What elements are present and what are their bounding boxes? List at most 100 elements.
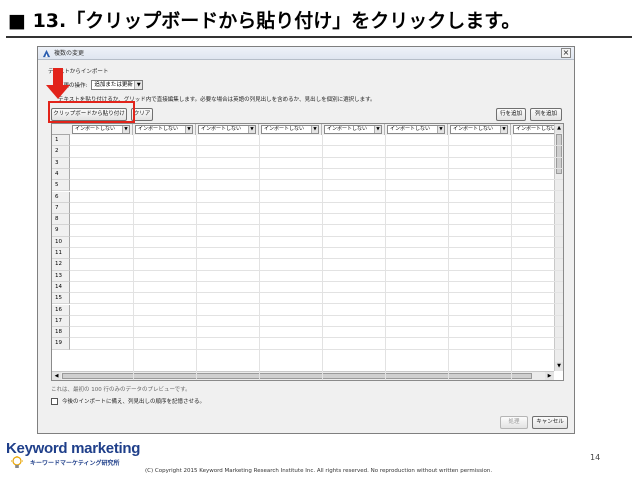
close-button[interactable]: × bbox=[561, 48, 571, 58]
row-header[interactable]: 5 bbox=[52, 180, 70, 192]
title-divider bbox=[6, 36, 632, 38]
horizontal-scrollbar[interactable]: ◀ ▶ bbox=[52, 371, 554, 380]
paste-button-highlight bbox=[48, 101, 135, 123]
table-row[interactable] bbox=[70, 271, 563, 282]
red-down-arrow-icon bbox=[46, 68, 70, 99]
dialog-title: 複数の変更 bbox=[54, 50, 85, 57]
remember-order-option[interactable]: 今後のインポートに備え、列見出しの順序を記憶させる。 bbox=[51, 397, 205, 405]
company-logo: Keyword marketing キーワードマーケティング研究所 bbox=[6, 440, 140, 470]
column-header-4[interactable]: インポートしない ▼ bbox=[259, 124, 322, 135]
row-header[interactable]: 7 bbox=[52, 202, 70, 215]
table-row[interactable] bbox=[70, 158, 563, 169]
slide-title: ■ 13.「クリップボードから貼り付け」をクリックします。 bbox=[8, 10, 521, 32]
row-header[interactable]: 9 bbox=[52, 225, 70, 237]
row-header[interactable]: 1 bbox=[52, 135, 70, 147]
column-mapping-value: インポートしない bbox=[516, 126, 557, 132]
row-header[interactable]: 16 bbox=[52, 304, 70, 316]
table-row[interactable] bbox=[70, 192, 563, 203]
table-row[interactable] bbox=[70, 237, 563, 248]
chevron-down-icon: ▼ bbox=[185, 126, 192, 133]
column-mapping-select[interactable]: インポートしない ▼ bbox=[450, 125, 508, 134]
table-row[interactable] bbox=[70, 293, 563, 305]
column-mapping-value: インポートしない bbox=[390, 126, 431, 132]
chevron-down-icon: ▼ bbox=[437, 126, 444, 133]
chevron-down-icon: ▼ bbox=[311, 126, 318, 133]
chevron-down-icon: ▼ bbox=[134, 81, 143, 89]
column-header-5[interactable]: インポートしない ▼ bbox=[322, 124, 385, 135]
chevron-down-icon: ▼ bbox=[374, 126, 381, 133]
column-header-6[interactable]: インポートしない ▼ bbox=[385, 124, 448, 135]
column-mapping-value: インポートしない bbox=[264, 126, 305, 132]
cancel-button[interactable]: キャンセル bbox=[532, 416, 568, 429]
copyright-text: (C) Copyright 2015 Keyword Marketing Res… bbox=[145, 468, 493, 474]
dialog-titlebar[interactable]: 複数の変更 × bbox=[38, 47, 574, 60]
table-row[interactable] bbox=[70, 327, 563, 339]
row-header[interactable]: 3 bbox=[52, 157, 70, 169]
row-header[interactable]: 15 bbox=[52, 293, 70, 305]
row-header[interactable]: 17 bbox=[52, 315, 70, 328]
import-button[interactable]: 処理 bbox=[500, 416, 528, 429]
add-row-button[interactable]: 行を追加 bbox=[496, 108, 526, 121]
row-header[interactable]: 12 bbox=[52, 259, 70, 271]
row-header[interactable]: 2 bbox=[52, 146, 70, 158]
column-mapping-select[interactable]: インポートしない ▼ bbox=[261, 125, 319, 134]
row-header[interactable]: 10 bbox=[52, 236, 70, 248]
column-mapping-value: インポートしない bbox=[453, 126, 494, 132]
lightbulb-icon bbox=[11, 456, 23, 468]
adwords-editor-icon bbox=[42, 49, 51, 58]
table-row[interactable] bbox=[70, 180, 563, 192]
table-row[interactable] bbox=[70, 282, 563, 294]
column-mapping-select[interactable]: インポートしない ▼ bbox=[72, 125, 130, 134]
table-row[interactable] bbox=[70, 169, 563, 181]
preview-note: これは、最初の 100 行のみのデータのプレビューです。 bbox=[51, 387, 191, 393]
remember-order-label: 今後のインポートに備え、列見出しの順序を記憶させる。 bbox=[62, 399, 206, 405]
logo-text: Keyword marketing bbox=[6, 440, 141, 457]
table-row[interactable] bbox=[70, 316, 563, 328]
column-header-3[interactable]: インポートしない ▼ bbox=[196, 124, 259, 135]
remember-order-checkbox[interactable] bbox=[51, 397, 58, 405]
operation-select[interactable]: 追加または更新 ▼ bbox=[91, 80, 144, 90]
operation-value: 追加または更新 bbox=[94, 82, 133, 88]
column-mapping-value: インポートしない bbox=[75, 126, 116, 132]
page-number: 14 bbox=[590, 453, 601, 462]
row-header[interactable]: 18 bbox=[52, 327, 70, 339]
chevron-down-icon: ▼ bbox=[248, 126, 255, 133]
logo-subtitle: キーワードマーケティング研究所 bbox=[30, 460, 120, 467]
scroll-right-icon[interactable]: ▶ bbox=[545, 372, 554, 380]
column-mapping-value: インポートしない bbox=[138, 126, 179, 132]
table-row[interactable] bbox=[70, 259, 563, 271]
table-row[interactable] bbox=[70, 146, 563, 158]
scroll-left-icon[interactable]: ◀ bbox=[52, 372, 61, 380]
table-row[interactable] bbox=[70, 248, 563, 260]
row-header[interactable]: 8 bbox=[52, 214, 70, 226]
scroll-up-icon[interactable]: ▲ bbox=[555, 124, 563, 133]
table-row[interactable] bbox=[70, 135, 563, 147]
chevron-down-icon: ▼ bbox=[122, 126, 129, 133]
row-header[interactable]: 4 bbox=[52, 168, 70, 181]
import-grid[interactable]: インポートしない ▼ インポートしない ▼ インポートしない ▼ インポートしない ▼ インポー… bbox=[51, 123, 564, 381]
table-row[interactable] bbox=[70, 203, 563, 215]
chevron-down-icon: ▼ bbox=[500, 126, 507, 133]
column-header-2[interactable]: インポートしない ▼ bbox=[133, 124, 196, 135]
row-header[interactable]: 19 bbox=[52, 338, 70, 350]
column-header-7[interactable]: インポートしない ▼ bbox=[448, 124, 511, 135]
row-header[interactable]: 14 bbox=[52, 281, 70, 294]
column-mapping-select[interactable]: インポートしない ▼ bbox=[387, 125, 445, 134]
column-header-1[interactable]: インポートしない ▼ bbox=[70, 124, 133, 135]
add-column-button[interactable]: 列を追加 bbox=[530, 108, 562, 121]
table-row[interactable] bbox=[70, 225, 563, 237]
column-mapping-select[interactable]: インポートしない ▼ bbox=[198, 125, 256, 134]
chevron-down-icon: ▼ bbox=[563, 126, 564, 133]
grid-header: インポートしない ▼ インポートしない ▼ インポートしない ▼ インポートしない ▼ インポー… bbox=[52, 124, 563, 135]
column-mapping-value: インポートしない bbox=[201, 126, 242, 132]
row-header[interactable]: 13 bbox=[52, 270, 70, 282]
table-row[interactable] bbox=[70, 338, 563, 350]
row-header[interactable]: 11 bbox=[52, 248, 70, 260]
row-header[interactable]: 6 bbox=[52, 191, 70, 203]
column-mapping-select[interactable]: インポートしない ▼ bbox=[135, 125, 193, 134]
table-row[interactable] bbox=[70, 214, 563, 226]
table-row[interactable] bbox=[70, 305, 563, 316]
column-mapping-select[interactable]: インポートしない ▼ bbox=[324, 125, 382, 134]
scroll-down-icon[interactable]: ▼ bbox=[555, 362, 563, 371]
column-mapping-value: インポートしない bbox=[327, 126, 368, 132]
